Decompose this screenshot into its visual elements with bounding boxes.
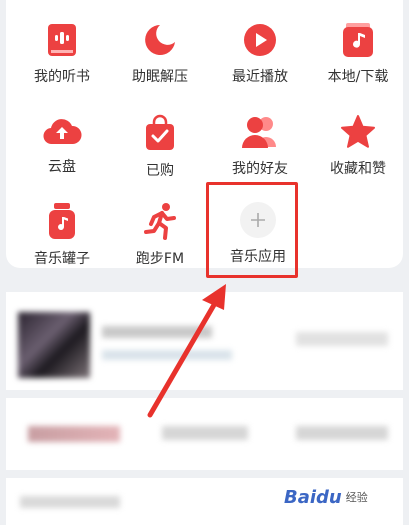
- watermark-sub: 经验: [345, 491, 368, 504]
- watermark-brand: Baidu: [284, 486, 342, 508]
- baidu-watermark: Baidu 经验: [284, 482, 402, 512]
- annotation-arrow: [147, 284, 226, 418]
